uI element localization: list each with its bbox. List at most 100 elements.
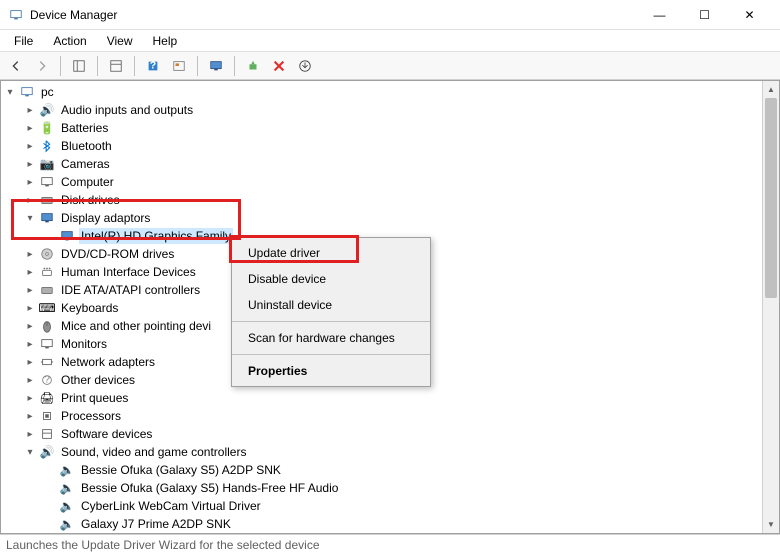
- tree-label: Mice and other pointing devi: [59, 318, 213, 334]
- chevron-right-icon[interactable]: ▸: [23, 121, 37, 135]
- app-icon: [8, 7, 24, 23]
- action-button[interactable]: [167, 54, 191, 78]
- window-controls: — ☐ ✕: [637, 0, 772, 30]
- disable-device-button[interactable]: [267, 54, 291, 78]
- context-update-driver[interactable]: Update driver: [232, 240, 430, 266]
- tree-label: Software devices: [59, 426, 154, 442]
- tree-item-display-adaptors[interactable]: ▾ Display adaptors: [1, 209, 779, 227]
- chevron-right-icon[interactable]: ▸: [23, 103, 37, 117]
- chevron-right-icon[interactable]: ▸: [23, 139, 37, 153]
- chevron-right-icon[interactable]: ▸: [23, 247, 37, 261]
- device-tree-pane: ▾ pc ▸ 🔊 Audio inputs and outputs ▸ 🔋 Ba…: [0, 80, 780, 534]
- chevron-down-icon[interactable]: ▾: [3, 85, 17, 99]
- chevron-right-icon[interactable]: ▸: [23, 319, 37, 333]
- tree-item-sound-device[interactable]: ▸ 🔈 Galaxy J7 Prime A2DP SNK: [1, 515, 779, 533]
- tree-label: Monitors: [59, 336, 109, 352]
- tree-label: Sound, video and game controllers: [59, 444, 248, 460]
- svg-text:?: ?: [44, 374, 50, 386]
- menu-action[interactable]: Action: [43, 32, 96, 50]
- scroll-thumb[interactable]: [765, 98, 777, 298]
- tree-item-print-queues[interactable]: ▸ 🖨 Print queues: [1, 389, 779, 407]
- show-hide-tree-button[interactable]: [67, 54, 91, 78]
- tree-item-audio-io[interactable]: ▸ 🔊 Audio inputs and outputs: [1, 101, 779, 119]
- speaker-icon: 🔈: [59, 498, 75, 514]
- tree-item-bluetooth[interactable]: ▸ Bluetooth: [1, 137, 779, 155]
- context-separator: [232, 321, 430, 322]
- chevron-down-icon[interactable]: ▾: [23, 445, 37, 459]
- monitor-icon: [59, 228, 75, 244]
- tree-item-sound-device[interactable]: ▸ 🔈 CyberLink WebCam Virtual Driver: [1, 497, 779, 515]
- tree-label: IDE ATA/ATAPI controllers: [59, 282, 202, 298]
- forward-button[interactable]: [30, 54, 54, 78]
- tree-label: Other devices: [59, 372, 137, 388]
- close-button[interactable]: ✕: [727, 0, 772, 30]
- tree-item-batteries[interactable]: ▸ 🔋 Batteries: [1, 119, 779, 137]
- context-separator: [232, 354, 430, 355]
- scan-hardware-button[interactable]: [204, 54, 228, 78]
- properties-button[interactable]: [104, 54, 128, 78]
- tree-label: Network adapters: [59, 354, 157, 370]
- tree-item-sound[interactable]: ▾ 🔊 Sound, video and game controllers: [1, 443, 779, 461]
- update-driver-button[interactable]: [293, 54, 317, 78]
- speaker-warning-icon: 🔈: [59, 516, 75, 532]
- chevron-right-icon[interactable]: ▸: [23, 409, 37, 423]
- chevron-right-icon[interactable]: ▸: [23, 301, 37, 315]
- chevron-right-icon[interactable]: ▸: [23, 157, 37, 171]
- tree-label: Audio inputs and outputs: [59, 102, 195, 118]
- minimize-button[interactable]: —: [637, 0, 682, 30]
- tree-label: Human Interface Devices: [59, 264, 198, 280]
- tree-item-disk-drives[interactable]: ▸ Disk drives: [1, 191, 779, 209]
- chevron-right-icon[interactable]: ▸: [23, 355, 37, 369]
- tree-label: Bluetooth: [59, 138, 114, 154]
- back-button[interactable]: [4, 54, 28, 78]
- chevron-right-icon[interactable]: ▸: [23, 283, 37, 297]
- menu-file[interactable]: File: [4, 32, 43, 50]
- statusbar: Launches the Update Driver Wizard for th…: [0, 534, 780, 554]
- chevron-right-icon[interactable]: ▸: [23, 175, 37, 189]
- tree-label: Keyboards: [59, 300, 120, 316]
- tree-item-computer[interactable]: ▸ Computer: [1, 173, 779, 191]
- cpu-icon: [39, 408, 55, 424]
- titlebar: Device Manager — ☐ ✕: [0, 0, 780, 30]
- monitor-icon: [39, 210, 55, 226]
- chevron-right-icon[interactable]: ▸: [23, 193, 37, 207]
- network-icon: [39, 354, 55, 370]
- maximize-button[interactable]: ☐: [682, 0, 727, 30]
- chevron-right-icon[interactable]: ▸: [23, 427, 37, 441]
- chevron-right-icon[interactable]: ▸: [23, 265, 37, 279]
- toolbar-separator: [97, 56, 98, 76]
- tree-item-sound-device[interactable]: ▸ 🔈 Galaxy J7 Prime Hands-Free HF Audio: [1, 533, 779, 534]
- chevron-down-icon[interactable]: ▾: [23, 211, 37, 225]
- controller-icon: [39, 282, 55, 298]
- disc-icon: [39, 246, 55, 262]
- tree-label: CyberLink WebCam Virtual Driver: [79, 498, 263, 514]
- scroll-down-button[interactable]: ▼: [763, 516, 779, 533]
- window-title: Device Manager: [30, 8, 637, 22]
- tree-label: Disk drives: [59, 192, 122, 208]
- keyboard-icon: ⌨: [39, 300, 55, 316]
- chevron-right-icon[interactable]: ▸: [23, 337, 37, 351]
- context-properties[interactable]: Properties: [232, 358, 430, 384]
- chevron-right-icon[interactable]: ▸: [23, 391, 37, 405]
- chevron-right-icon[interactable]: ▸: [23, 373, 37, 387]
- tree-label: Processors: [59, 408, 123, 424]
- tree-root[interactable]: ▾ pc: [1, 83, 779, 101]
- enable-device-button[interactable]: [241, 54, 265, 78]
- menu-help[interactable]: Help: [143, 32, 188, 50]
- tree-item-cameras[interactable]: ▸ 📷 Cameras: [1, 155, 779, 173]
- help-button[interactable]: ?: [141, 54, 165, 78]
- menu-view[interactable]: View: [97, 32, 143, 50]
- other-device-icon: ?: [39, 372, 55, 388]
- tree-item-software[interactable]: ▸ Software devices: [1, 425, 779, 443]
- context-disable-device[interactable]: Disable device: [232, 266, 430, 292]
- context-uninstall-device[interactable]: Uninstall device: [232, 292, 430, 318]
- tree-item-sound-device[interactable]: ▸ 🔈 Bessie Ofuka (Galaxy S5) A2DP SNK: [1, 461, 779, 479]
- tree-label: Cameras: [59, 156, 112, 172]
- menubar: File Action View Help: [0, 30, 780, 52]
- vertical-scrollbar[interactable]: ▲ ▼: [762, 81, 779, 533]
- tree-item-processors[interactable]: ▸ Processors: [1, 407, 779, 425]
- speaker-icon: 🔊: [39, 102, 55, 118]
- scroll-up-button[interactable]: ▲: [763, 81, 779, 98]
- context-scan-hardware[interactable]: Scan for hardware changes: [232, 325, 430, 351]
- tree-item-sound-device[interactable]: ▸ 🔈 Bessie Ofuka (Galaxy S5) Hands-Free …: [1, 479, 779, 497]
